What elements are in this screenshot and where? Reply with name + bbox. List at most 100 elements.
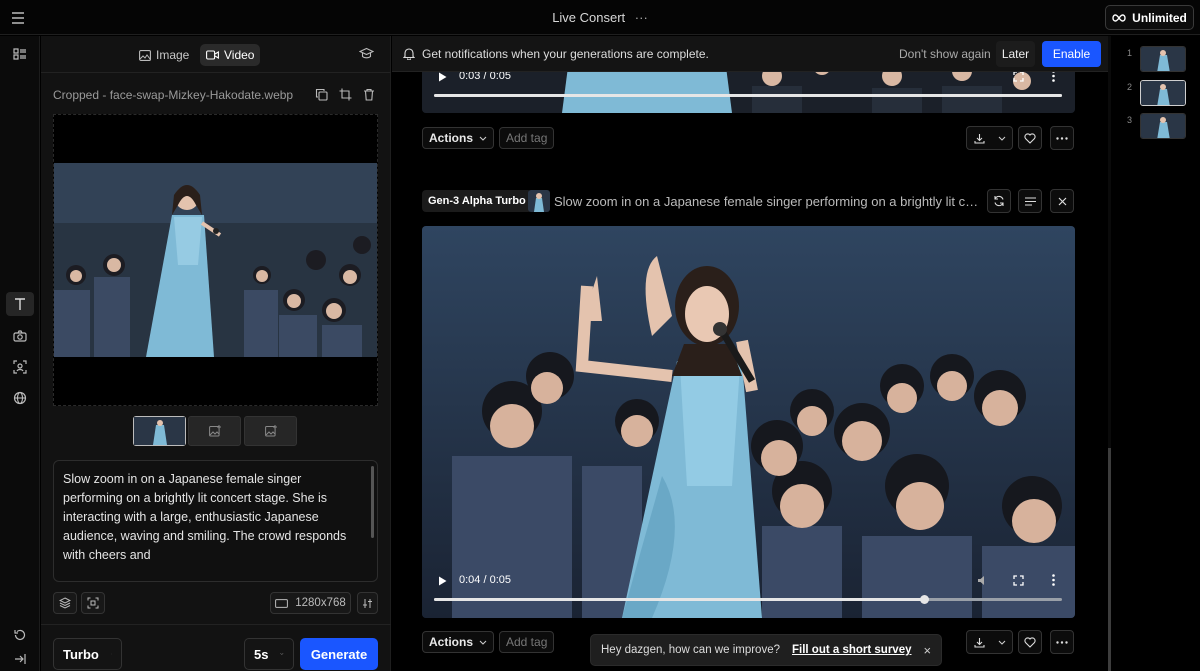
progress-fill xyxy=(434,94,1062,97)
trash-icon[interactable] xyxy=(363,88,379,104)
progress-fill xyxy=(434,598,924,601)
favorite-button-2[interactable] xyxy=(1018,630,1042,654)
volume-icon[interactable] xyxy=(977,575,989,586)
progress-track[interactable] xyxy=(434,595,1062,604)
history-icon[interactable] xyxy=(11,626,29,644)
close-icon xyxy=(1058,197,1066,205)
library-icon[interactable] xyxy=(11,45,29,63)
survey-close-icon[interactable]: × xyxy=(924,643,932,658)
focus-frame-icon[interactable] xyxy=(81,592,105,614)
close-button[interactable] xyxy=(1050,189,1074,213)
prompt-scrollbar[interactable] xyxy=(371,466,374,538)
details-button[interactable] xyxy=(1018,189,1042,213)
copy-icon[interactable] xyxy=(315,88,331,104)
video-more-icon[interactable] xyxy=(1052,574,1055,586)
text-lines-icon xyxy=(1024,196,1036,206)
actions-dropdown-1[interactable]: Actions xyxy=(422,127,495,149)
strip-thumbnail-3[interactable] xyxy=(1140,113,1186,139)
notification-text: Get notifications when your generations … xyxy=(422,47,709,61)
image-icon xyxy=(139,49,151,61)
generation-feed: 0:03 / 0:05 Get notifications when your … xyxy=(392,36,1110,671)
concert-image xyxy=(54,163,377,357)
chevron-down-icon xyxy=(479,640,487,645)
progress-knob[interactable] xyxy=(919,595,929,604)
download-icon xyxy=(973,637,985,648)
more-horizontal-icon xyxy=(1056,136,1068,140)
add-tag-button-1[interactable]: Add tag xyxy=(499,127,555,149)
add-image-icon xyxy=(264,425,277,437)
frame-thumbnail-3[interactable] xyxy=(244,416,297,446)
image-mode-tab[interactable]: Image xyxy=(133,44,195,66)
fullscreen-icon[interactable] xyxy=(1013,575,1024,586)
download-button-2[interactable] xyxy=(966,630,1013,654)
settings-sliders-icon[interactable] xyxy=(357,592,378,614)
fullscreen-icon[interactable] xyxy=(1013,71,1024,82)
generation-panel: Image Video Cropped - face-swap-Mizkey-H… xyxy=(41,36,391,671)
video-time: 0:04 / 0:05 xyxy=(459,574,511,586)
feed-scrollbar[interactable] xyxy=(1108,36,1111,671)
generation-thumbnail xyxy=(528,190,550,212)
sphere-icon[interactable] xyxy=(11,389,29,407)
actions-label: Actions xyxy=(429,131,474,145)
download-icon xyxy=(973,133,985,144)
crop-icon[interactable] xyxy=(339,88,355,104)
prompt-textarea[interactable]: Slow zoom in on a Japanese female singer… xyxy=(53,460,378,582)
refresh-icon xyxy=(994,195,1004,207)
source-file-name: Cropped - face-swap-Mizkey-Hakodate.webp xyxy=(53,88,294,102)
more-button-1[interactable] xyxy=(1050,126,1074,150)
add-image-icon xyxy=(208,425,221,437)
duration-dropdown[interactable]: 5s xyxy=(244,638,294,670)
more-horizontal-icon xyxy=(1056,640,1068,644)
chevron-down-icon xyxy=(998,640,1005,645)
survey-link[interactable]: Fill out a short survey xyxy=(792,644,912,656)
actions-label: Actions xyxy=(429,635,474,649)
more-options-icon[interactable]: ··· xyxy=(635,10,648,25)
source-image-preview[interactable] xyxy=(53,114,378,406)
add-tag-button-2[interactable]: Add tag xyxy=(499,631,555,653)
strip-thumbnail-2[interactable] xyxy=(1140,80,1186,106)
reuse-button[interactable] xyxy=(987,189,1011,213)
generation-strip: 1 2 3 xyxy=(1112,36,1200,671)
play-icon[interactable] xyxy=(438,576,447,586)
video-mode-tab[interactable]: Video xyxy=(200,44,261,66)
dont-show-again-button[interactable]: Don't show again xyxy=(899,47,991,61)
tool-rail xyxy=(0,36,40,671)
camera-icon[interactable] xyxy=(11,327,29,345)
generate-button[interactable]: Generate xyxy=(300,638,378,670)
progress-track[interactable] xyxy=(434,94,1062,97)
frame-thumbnail-2[interactable] xyxy=(188,416,241,446)
aspect-ratio-icon xyxy=(275,598,289,608)
layers-icon[interactable] xyxy=(53,592,77,614)
favorite-button-1[interactable] xyxy=(1018,126,1042,150)
survey-text: Hey dazgen, how can we improve? xyxy=(601,644,780,656)
notification-bar: Get notifications when your generations … xyxy=(392,36,1110,72)
strip-thumbnail-1[interactable] xyxy=(1140,46,1186,72)
download-button-1[interactable] xyxy=(966,126,1013,150)
face-frame-icon[interactable] xyxy=(11,358,29,376)
top-bar: Live Consert ··· Unlimited xyxy=(0,0,1200,35)
chevron-down-icon xyxy=(998,136,1005,141)
video-player-2[interactable]: 0:04 / 0:05 xyxy=(422,226,1075,618)
resolution-selector[interactable]: 1280x768 xyxy=(270,592,351,614)
generate-bar: Turbo 5s Generate xyxy=(41,624,391,671)
enable-button[interactable]: Enable xyxy=(1042,41,1101,67)
graduation-cap-icon[interactable] xyxy=(359,47,374,60)
model-dropdown-label: Turbo xyxy=(63,646,99,662)
actions-dropdown-2[interactable]: Actions xyxy=(422,631,495,653)
image-mode-label: Image xyxy=(156,48,190,62)
text-tool-icon[interactable] xyxy=(6,292,34,316)
video-frame-2 xyxy=(422,226,1075,618)
unlimited-plan-button[interactable]: Unlimited xyxy=(1105,5,1194,30)
chevron-down-icon xyxy=(280,653,284,655)
resolution-label: 1280x768 xyxy=(295,597,346,609)
project-title[interactable]: Live Consert xyxy=(552,10,625,25)
more-button-2[interactable] xyxy=(1050,630,1074,654)
later-button[interactable]: Later xyxy=(996,41,1035,67)
model-dropdown[interactable]: Turbo xyxy=(53,638,122,670)
strip-number-2: 2 xyxy=(1127,82,1133,92)
feed-scroll-thumb[interactable] xyxy=(1108,448,1111,671)
frame-thumbnail-1[interactable] xyxy=(133,416,186,446)
chevron-down-icon xyxy=(110,653,112,655)
play-icon[interactable] xyxy=(438,72,447,82)
collapse-panel-icon[interactable] xyxy=(11,650,29,668)
